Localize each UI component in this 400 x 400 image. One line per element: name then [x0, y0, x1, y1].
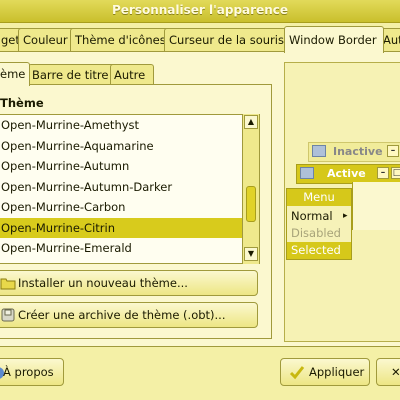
subtab-theme[interactable]: ème	[0, 62, 30, 86]
minimize-icon: –	[387, 145, 399, 157]
scroll-down-icon[interactable]: ▼	[244, 247, 258, 261]
folder-icon	[0, 278, 16, 290]
install-theme-button[interactable]: Installer un nouveau thème...	[0, 270, 258, 296]
archive-icon	[1, 308, 15, 322]
about-button[interactable]: À propos	[0, 358, 64, 386]
list-item[interactable]: Open-Murrine-Autumn	[0, 156, 245, 176]
tab-window-border[interactable]: Window Border	[284, 26, 384, 53]
preview-inactive-window: Inactive –	[308, 142, 400, 162]
maximize-icon: □	[391, 167, 400, 179]
list-item[interactable]: Open-Murrine-Autumn-Darker	[0, 177, 245, 197]
theme-column-header[interactable]: Thème	[0, 96, 44, 110]
window-titlebar[interactable]: Personnaliser l'apparence	[0, 0, 400, 23]
menu-item-disabled: Disabled	[291, 226, 341, 240]
window-icon	[300, 167, 314, 179]
tab-theme-icones[interactable]: Thème d'icônes	[70, 28, 172, 51]
list-item-selected[interactable]: Open-Murrine-Citrin	[0, 217, 245, 238]
theme-list[interactable]: Open-Murrine-Amethyst Open-Murrine-Aquam…	[0, 114, 260, 264]
theme-list-scrollbar[interactable]: ▲ ▼	[242, 114, 259, 264]
create-archive-button[interactable]: Créer une archive de thème (.obt)...	[0, 302, 258, 328]
preview-window-body	[352, 182, 400, 230]
window-title: Personnaliser l'apparence	[111, 3, 289, 17]
preview-active-window: Active – □	[296, 164, 400, 184]
menu-item-normal: Normal	[291, 209, 333, 223]
main-tab-bar: get Couleur Thème d'icônes Curseur de la…	[0, 26, 400, 53]
apply-button[interactable]: Appliquer	[280, 358, 370, 386]
window-icon	[312, 145, 326, 157]
checkmark-icon	[289, 366, 305, 380]
close-icon: ✕	[391, 365, 400, 379]
list-item[interactable]: Open-Murrine-Amethyst	[0, 115, 245, 135]
list-item[interactable]: Open-Murrine-Carbon	[0, 197, 245, 217]
subtab-autre[interactable]: Autre	[110, 64, 154, 85]
scroll-up-icon[interactable]: ▲	[244, 115, 258, 129]
close-button[interactable]: ✕	[376, 358, 400, 386]
submenu-arrow-icon: ▸	[343, 211, 348, 221]
scrollbar-thumb[interactable]	[246, 186, 256, 222]
menu-item-selected: Selected	[287, 242, 351, 259]
list-item[interactable]: Open-Murrine-Aquamarine	[0, 136, 245, 156]
list-item[interactable]: Open-Murrine-Emerald	[0, 238, 245, 258]
minimize-icon: –	[377, 167, 389, 179]
tab-curseur-souris[interactable]: Curseur de la souris	[164, 28, 292, 51]
subtab-barre-titre[interactable]: Barre de titre	[28, 64, 116, 85]
preview-menu: Menu Normal ▸ Disabled Selected	[286, 188, 352, 260]
